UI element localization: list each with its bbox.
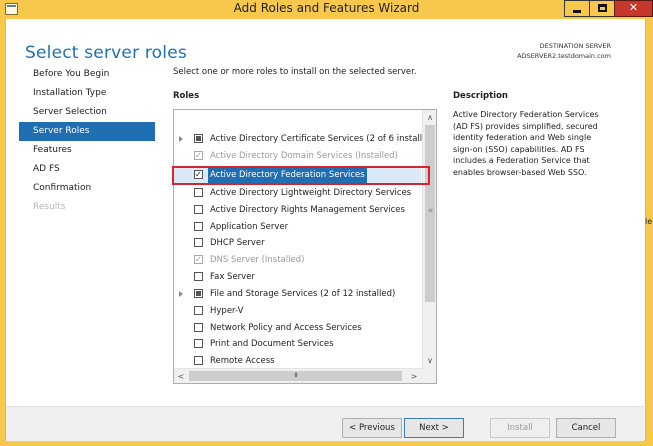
roles-heading: Roles	[173, 91, 200, 101]
role-row[interactable]: Active Directory Lightweight Directory S…	[174, 185, 421, 201]
role-checkbox[interactable]	[194, 134, 203, 143]
role-label: DNS Server (Installed)	[210, 255, 305, 265]
role-row[interactable]: DHCP Server	[174, 235, 421, 251]
nav-item-features[interactable]: Features	[19, 141, 155, 160]
close-button[interactable]: ✕	[614, 0, 653, 17]
destination-server-name: ADSERVER2.testdomain.com	[517, 52, 611, 60]
nav-item-ad-fs[interactable]: AD FS	[19, 160, 155, 179]
role-label: Network Policy and Access Services	[210, 323, 362, 333]
description-text: Active Directory Federation Services (AD…	[453, 110, 599, 177]
role-checkbox[interactable]	[194, 222, 203, 231]
minimize-icon	[573, 10, 581, 13]
role-row[interactable]: Network Policy and Access Services	[174, 320, 421, 336]
role-row[interactable]: Hyper-V	[174, 303, 421, 319]
focus-highlight-box	[172, 166, 430, 185]
role-row[interactable]: File and Storage Services (2 of 12 insta…	[174, 286, 421, 302]
window-frame-right	[645, 19, 653, 446]
role-row[interactable]: Fax Server	[174, 269, 421, 285]
vertical-scroll-thumb[interactable]: ≡	[425, 125, 435, 302]
role-row[interactable]: Active Directory Rights Management Servi…	[174, 202, 421, 218]
role-label: Print and Document Services	[210, 339, 334, 349]
role-row[interactable]: Active Directory Domain Services (Instal…	[174, 148, 421, 164]
vertical-scrollbar[interactable]: ∧ ≡ ∨	[422, 110, 436, 368]
minimize-button[interactable]	[564, 0, 590, 17]
title-bar: Add Roles and Features Wizard ✕	[0, 0, 653, 19]
role-label: DHCP Server	[210, 238, 265, 248]
role-row[interactable]: Print and Document Services	[174, 336, 421, 352]
role-checkbox[interactable]	[194, 272, 203, 281]
description-heading: Description	[453, 91, 508, 101]
role-label: Remote Access	[210, 356, 275, 366]
role-label: Active Directory Certificate Services (2…	[210, 134, 428, 144]
role-checkbox	[194, 148, 203, 164]
nav-item-installation-type[interactable]: Installation Type	[19, 84, 155, 103]
nav-item-server-roles[interactable]: Server Roles	[19, 122, 155, 141]
page-title: Select server roles	[25, 43, 187, 63]
destination-server-label: DESTINATION SERVER	[539, 42, 611, 50]
grip-icon: ≡	[428, 207, 434, 214]
instruction-text: Select one or more roles to install on t…	[173, 67, 417, 77]
role-label: Fax Server	[210, 272, 255, 282]
nav-item-confirmation[interactable]: Confirmation	[19, 179, 155, 198]
scroll-corner	[422, 368, 436, 383]
scroll-down-icon[interactable]: ∨	[423, 353, 436, 368]
role-checkbox[interactable]	[194, 339, 203, 348]
next-button[interactable]: Next >	[404, 418, 464, 438]
role-checkbox[interactable]	[194, 188, 203, 197]
roles-list[interactable]: Active Directory Certificate Services (2…	[173, 109, 437, 384]
role-row[interactable]: DNS Server (Installed)	[174, 252, 421, 268]
wizard-nav: Before You Begin Installation Type Serve…	[19, 65, 155, 217]
role-label: Active Directory Rights Management Servi…	[210, 205, 405, 215]
close-icon: ✕	[628, 1, 639, 14]
role-checkbox[interactable]	[194, 238, 203, 247]
role-row[interactable]: Remote Access	[174, 353, 421, 369]
role-checkbox[interactable]	[194, 289, 203, 298]
nav-item-results: Results	[33, 202, 66, 212]
cancel-button[interactable]: Cancel	[556, 418, 616, 438]
nav-item-before-you-begin[interactable]: Before You Begin	[19, 65, 155, 84]
horizontal-scroll-thumb[interactable]: III	[189, 371, 402, 381]
role-label: Application Server	[210, 222, 289, 232]
role-checkbox[interactable]	[194, 306, 203, 315]
role-checkbox[interactable]	[194, 323, 203, 332]
clipped-background-text: le	[645, 217, 653, 226]
role-label: Active Directory Domain Services (Instal…	[210, 151, 398, 161]
wizard-footer: < Previous Next > Install Cancel	[6, 406, 644, 441]
role-checkbox[interactable]	[194, 356, 203, 365]
role-checkbox	[194, 252, 203, 268]
nav-item-server-selection[interactable]: Server Selection	[19, 103, 155, 122]
role-row[interactable]: Application Server	[174, 219, 421, 235]
horizontal-scrollbar[interactable]: < III >	[174, 368, 422, 383]
window-title: Add Roles and Features Wizard	[233, 1, 420, 15]
maximize-button[interactable]	[589, 0, 615, 17]
role-label: File and Storage Services (2 of 12 insta…	[210, 289, 396, 299]
role-row[interactable]: Active Directory Certificate Services (2…	[174, 131, 427, 147]
role-label: Active Directory Lightweight Directory S…	[210, 188, 412, 198]
scroll-right-icon[interactable]: >	[407, 369, 421, 383]
expand-arrow-icon[interactable]	[179, 291, 183, 297]
scroll-up-icon[interactable]: ∧	[423, 110, 436, 125]
install-button[interactable]: Install	[490, 418, 550, 438]
role-checkbox[interactable]	[194, 205, 203, 214]
scroll-left-icon[interactable]: <	[174, 369, 188, 383]
maximize-icon	[597, 4, 607, 12]
role-label: Hyper-V	[210, 306, 244, 316]
expand-arrow-icon[interactable]	[179, 136, 183, 142]
previous-button[interactable]: < Previous	[342, 418, 402, 438]
